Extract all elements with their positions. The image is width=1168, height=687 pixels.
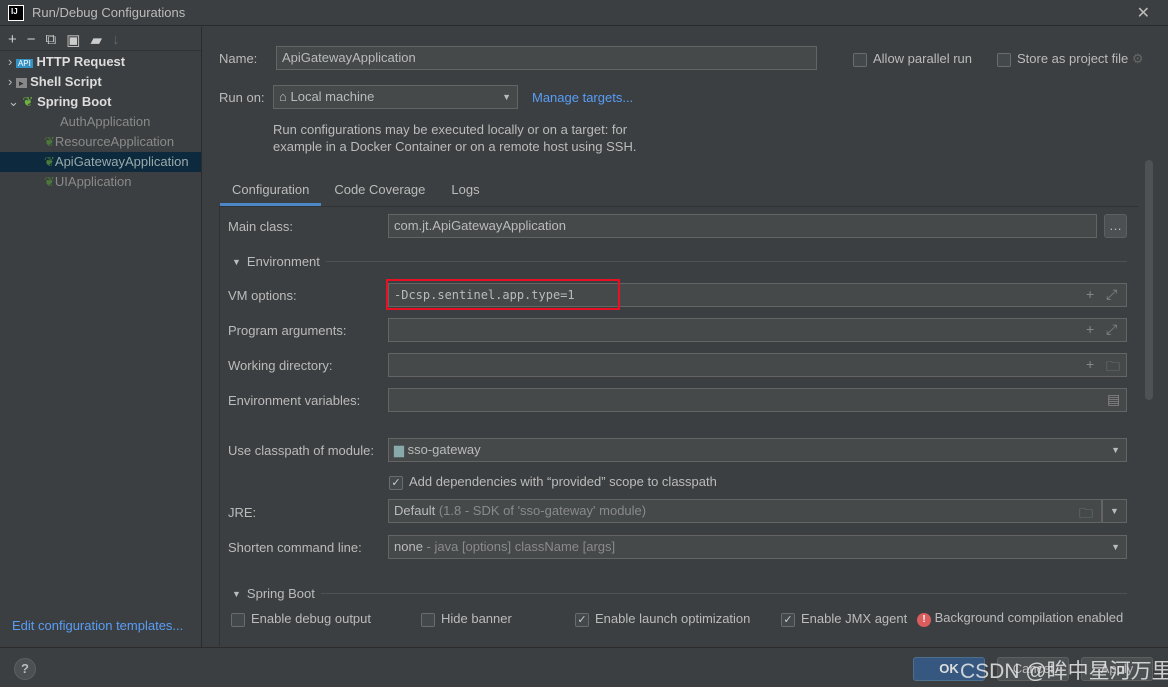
shell-icon: ▸ — [15, 78, 27, 88]
remove-icon[interactable]: − — [27, 31, 36, 48]
program-args-label: Program arguments: — [228, 323, 347, 338]
footer: ? OK Cancel Apply CSDN @眸中星河万里 — [0, 647, 1168, 687]
run-on-label: Run on: — [219, 90, 265, 105]
working-dir-input[interactable] — [388, 353, 1127, 377]
save-icon[interactable]: ▣ — [66, 31, 80, 49]
error-icon: ! — [917, 613, 931, 627]
name-input[interactable]: ApiGatewayApplication — [276, 46, 817, 70]
gear-icon: ⚙ — [1131, 51, 1144, 66]
help-icon[interactable]: ? — [14, 658, 36, 680]
api-icon: API — [15, 59, 33, 68]
shorten-label: Shorten command line: — [228, 540, 362, 555]
jmx-agent-checkbox[interactable]: ✓ Enable JMX agent — [781, 611, 907, 627]
folder-icon: 🗀 — [1079, 505, 1093, 521]
env-vars-label: Environment variables: — [228, 393, 361, 408]
tree-item-apigateway[interactable]: ❦ApiGatewayApplication — [0, 152, 201, 172]
vm-options-label: VM options: — [228, 288, 297, 303]
module-select[interactable]: ▆ sso-gateway ▼ — [388, 438, 1127, 462]
tab-logs[interactable]: Logs — [438, 175, 492, 206]
edit-templates-link[interactable]: Edit configuration templates... — [12, 618, 183, 633]
jre-label: JRE: — [228, 505, 257, 520]
plus-icon[interactable]: + — [1086, 321, 1094, 337]
expand-icon[interactable]: ⤢ — [1106, 286, 1117, 303]
tab-code-coverage[interactable]: Code Coverage — [321, 175, 438, 206]
dropdown-arrow-icon: ▼ — [1111, 542, 1120, 552]
module-folder-icon: ▆ — [394, 442, 404, 457]
browse-button[interactable]: … — [1104, 214, 1127, 238]
expand-icon[interactable]: ⤢ — [1106, 321, 1117, 338]
tree-item-spring-boot[interactable]: ⌄ ❦ Spring Boot — [0, 92, 201, 112]
launch-optimization-checkbox[interactable]: ✓ Enable launch optimization — [575, 611, 750, 627]
module-label: Use classpath of module: — [228, 443, 374, 458]
jre-dropdown-arrow-icon[interactable]: ▼ — [1102, 499, 1127, 523]
hint-text: example in a Docker Container or on a re… — [273, 139, 637, 154]
tree-item-http-request[interactable]: › API HTTP Request — [0, 52, 201, 72]
tree-item-ui[interactable]: ❦UIApplication — [0, 172, 201, 192]
config-panel — [219, 206, 1139, 646]
spring-boot-icon: ❦ — [22, 94, 34, 109]
copy-icon[interactable]: ⧉ — [46, 31, 57, 48]
intellij-logo: IJ — [8, 4, 24, 21]
sort-icon: ↓ — [111, 31, 120, 48]
allow-parallel-checkbox[interactable]: Allow parallel run — [853, 51, 972, 67]
title-bar: IJ Run/Debug Configurations ✕ — [0, 0, 1168, 26]
program-args-input[interactable] — [388, 318, 1127, 342]
watermark: CSDN @眸中星河万里 — [960, 660, 1168, 683]
tab-configuration[interactable]: Configuration — [220, 175, 322, 206]
env-vars-input[interactable] — [388, 388, 1127, 412]
spring-boot-section[interactable]: ▼ Spring Boot — [232, 586, 1127, 601]
new-folder-icon[interactable]: ▰ — [90, 31, 102, 49]
name-label: Name: — [219, 51, 258, 66]
main-class-label: Main class: — [228, 219, 294, 234]
tabs: Configuration Code Coverage Logs — [220, 175, 493, 206]
sidebar: + − ⧉ ▣ ▰ ↓ › API HTTP Request › ▸ Shell Scri… — [0, 27, 202, 647]
hide-banner-checkbox[interactable]: Hide banner — [421, 611, 512, 627]
tree-item-shell-script[interactable]: › ▸ Shell Script — [0, 72, 201, 92]
environment-section[interactable]: ▼ Environment — [232, 254, 1127, 269]
debug-output-checkbox[interactable]: Enable debug output — [231, 611, 371, 627]
window-title: Run/Debug Configurations — [32, 5, 186, 20]
add-deps-checkbox[interactable]: ✓ Add dependencies with “provided” scope … — [389, 474, 717, 490]
highlight-box — [386, 279, 620, 310]
plus-icon[interactable]: + — [1086, 356, 1094, 372]
dropdown-arrow-icon: ▼ — [1111, 445, 1120, 455]
plus-icon[interactable]: + — [1086, 286, 1094, 302]
working-dir-label: Working directory: — [228, 358, 333, 373]
home-icon: ⌂ — [279, 89, 287, 104]
store-project-checkbox[interactable]: Store as project file ⚙ — [997, 51, 1144, 67]
jre-input[interactable]: Default (1.8 - SDK of 'sso-gateway' modu… — [388, 499, 1102, 523]
tree-item-auth[interactable]: AuthApplication — [0, 112, 201, 132]
main-class-input[interactable]: com.jt.ApiGatewayApplication — [388, 214, 1097, 238]
folder-icon[interactable]: 🗀 — [1106, 356, 1120, 380]
chevron-right-icon: › — [8, 54, 13, 69]
add-icon[interactable]: + — [8, 31, 17, 48]
shorten-select[interactable]: none - java [options] className [args] ▼ — [388, 535, 1127, 559]
tree-item-resource[interactable]: ❦ResourceApplication — [0, 132, 201, 152]
run-on-select[interactable]: ⌂ Local machine ▼ — [273, 85, 518, 109]
chevron-down-icon: ⌄ — [8, 94, 19, 109]
hint-text: Run configurations may be executed local… — [273, 122, 628, 137]
dropdown-arrow-icon: ▼ — [502, 92, 511, 102]
close-icon[interactable]: ✕ — [1137, 3, 1150, 23]
document-icon[interactable]: ▤ — [1107, 391, 1120, 408]
scrollbar[interactable] — [1145, 160, 1153, 400]
bg-compilation-warning: ! Background compilation enabled — [917, 610, 1123, 627]
manage-targets-link[interactable]: Manage targets... — [532, 90, 633, 105]
chevron-right-icon: › — [8, 74, 13, 89]
